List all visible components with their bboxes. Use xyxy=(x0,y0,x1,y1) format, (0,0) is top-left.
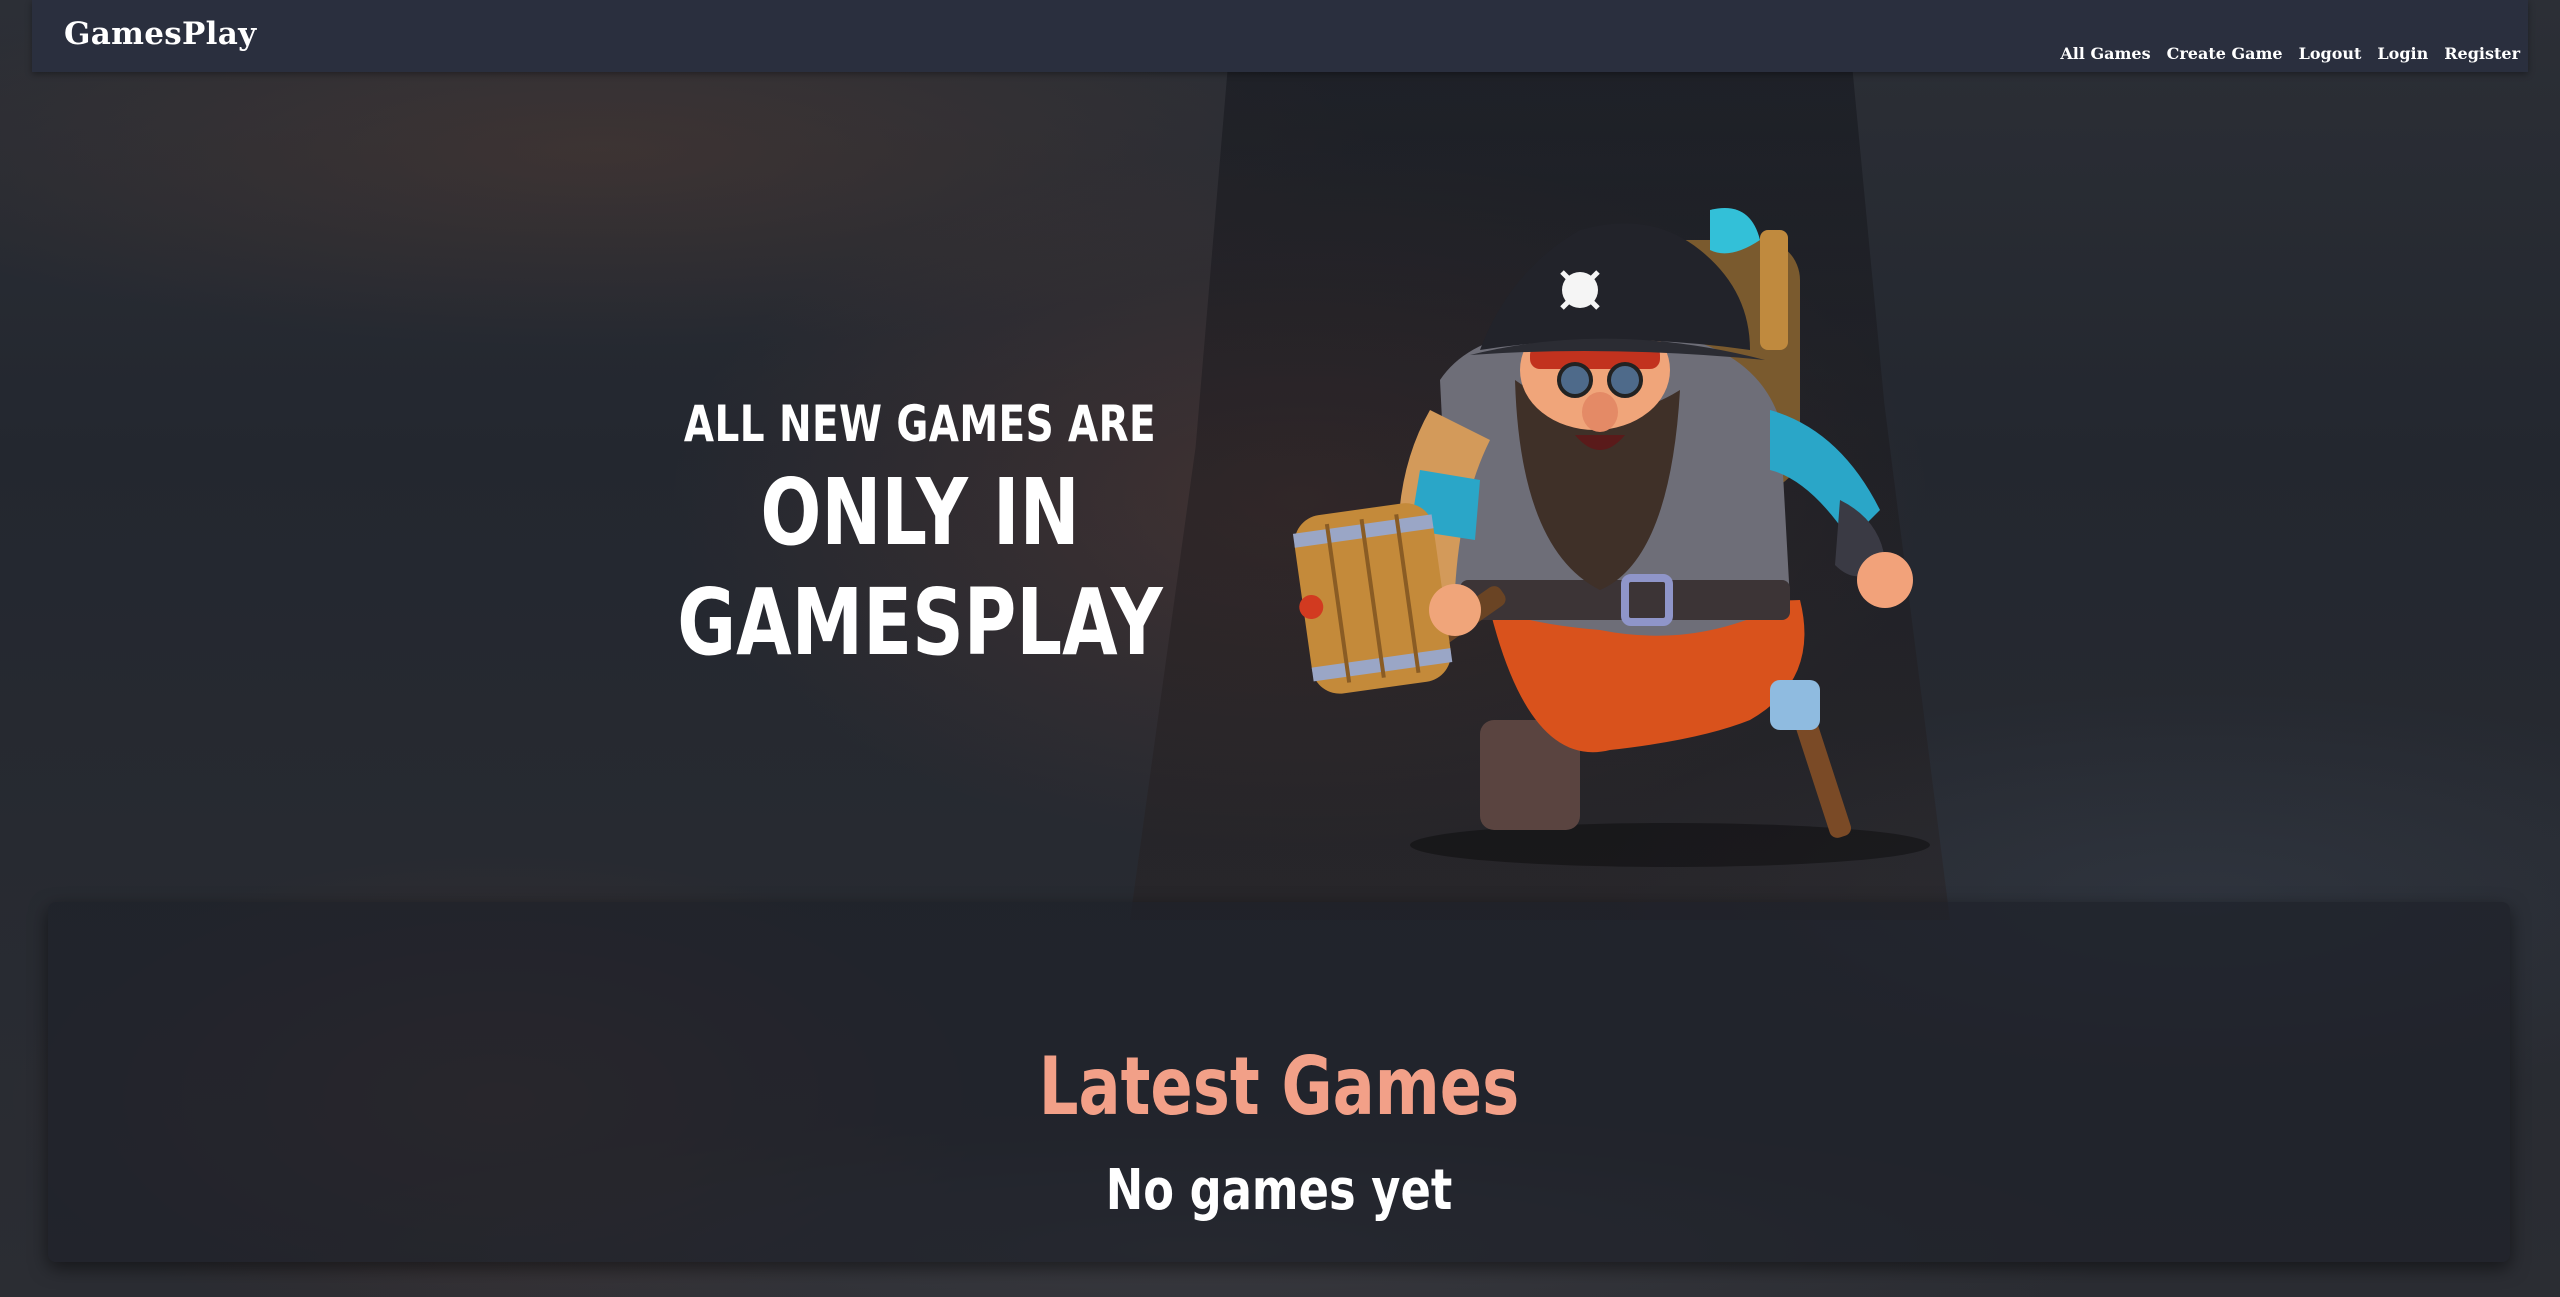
nav-link-all-games[interactable]: All Games xyxy=(2060,44,2150,63)
nav-link-register[interactable]: Register xyxy=(2444,44,2520,63)
latest-games-title: Latest Games xyxy=(1038,1039,1520,1133)
nav-link-logout[interactable]: Logout xyxy=(2299,44,2362,63)
hero-welcome: ALL NEW GAMES ARE ONLY IN GAMESPLAY xyxy=(560,390,1280,678)
latest-games-section: Latest Games No games yet xyxy=(48,902,2510,1262)
hero-title: ONLY IN GAMESPLAY xyxy=(677,459,1163,676)
hero-subtitle: ALL NEW GAMES ARE xyxy=(683,395,1157,453)
nav-link-create-game[interactable]: Create Game xyxy=(2167,44,2283,63)
nav-link-login[interactable]: Login xyxy=(2377,44,2428,63)
top-navbar: GamesPlay All Games Create Game Logout L… xyxy=(32,0,2528,72)
brand-logo-link[interactable]: GamesPlay xyxy=(64,16,256,52)
no-games-message: No games yet xyxy=(1105,1158,1453,1223)
nav-links: All Games Create Game Logout Login Regis… xyxy=(2060,44,2520,63)
pirate-character-image xyxy=(1292,208,1930,867)
